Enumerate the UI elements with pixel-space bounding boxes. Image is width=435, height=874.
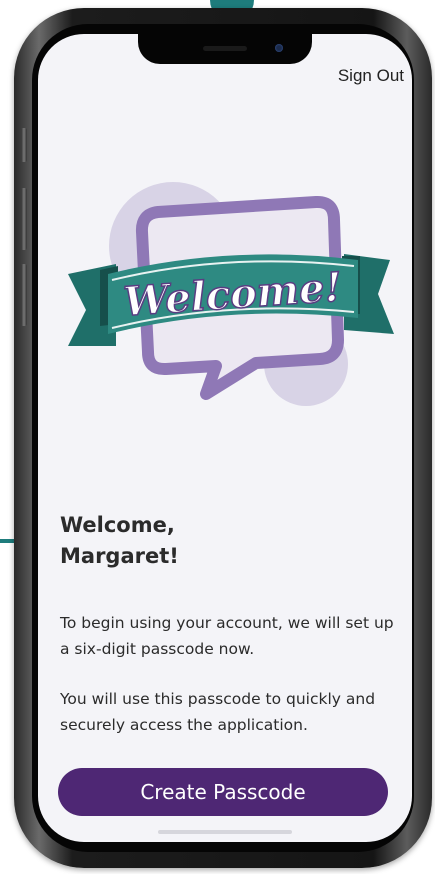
volume-down-button [21, 264, 27, 326]
speaker-grille [203, 46, 247, 51]
volume-up-button [21, 188, 27, 250]
welcome-illustration: Welcome! [68, 182, 394, 406]
home-indicator [158, 830, 292, 834]
welcome-heading: Welcome, Margaret! [60, 510, 390, 572]
mute-switch [21, 128, 27, 162]
welcome-heading-name: Margaret! [60, 544, 179, 568]
welcome-heading-line1: Welcome, [60, 513, 175, 537]
intro-paragraph: To begin using your account, we will set… [60, 614, 394, 658]
sign-out-link[interactable]: Sign Out [338, 66, 404, 86]
canvas: Sign Out Welcome! Welcome, Margaret! To … [0, 0, 435, 874]
phone-screen: Sign Out Welcome! Welcome, Margaret! To … [38, 34, 412, 842]
notch [138, 34, 312, 64]
passcode-info-paragraph: You will use this passcode to quickly an… [60, 690, 376, 734]
front-camera [275, 44, 283, 52]
create-passcode-button[interactable]: Create Passcode [58, 768, 388, 816]
